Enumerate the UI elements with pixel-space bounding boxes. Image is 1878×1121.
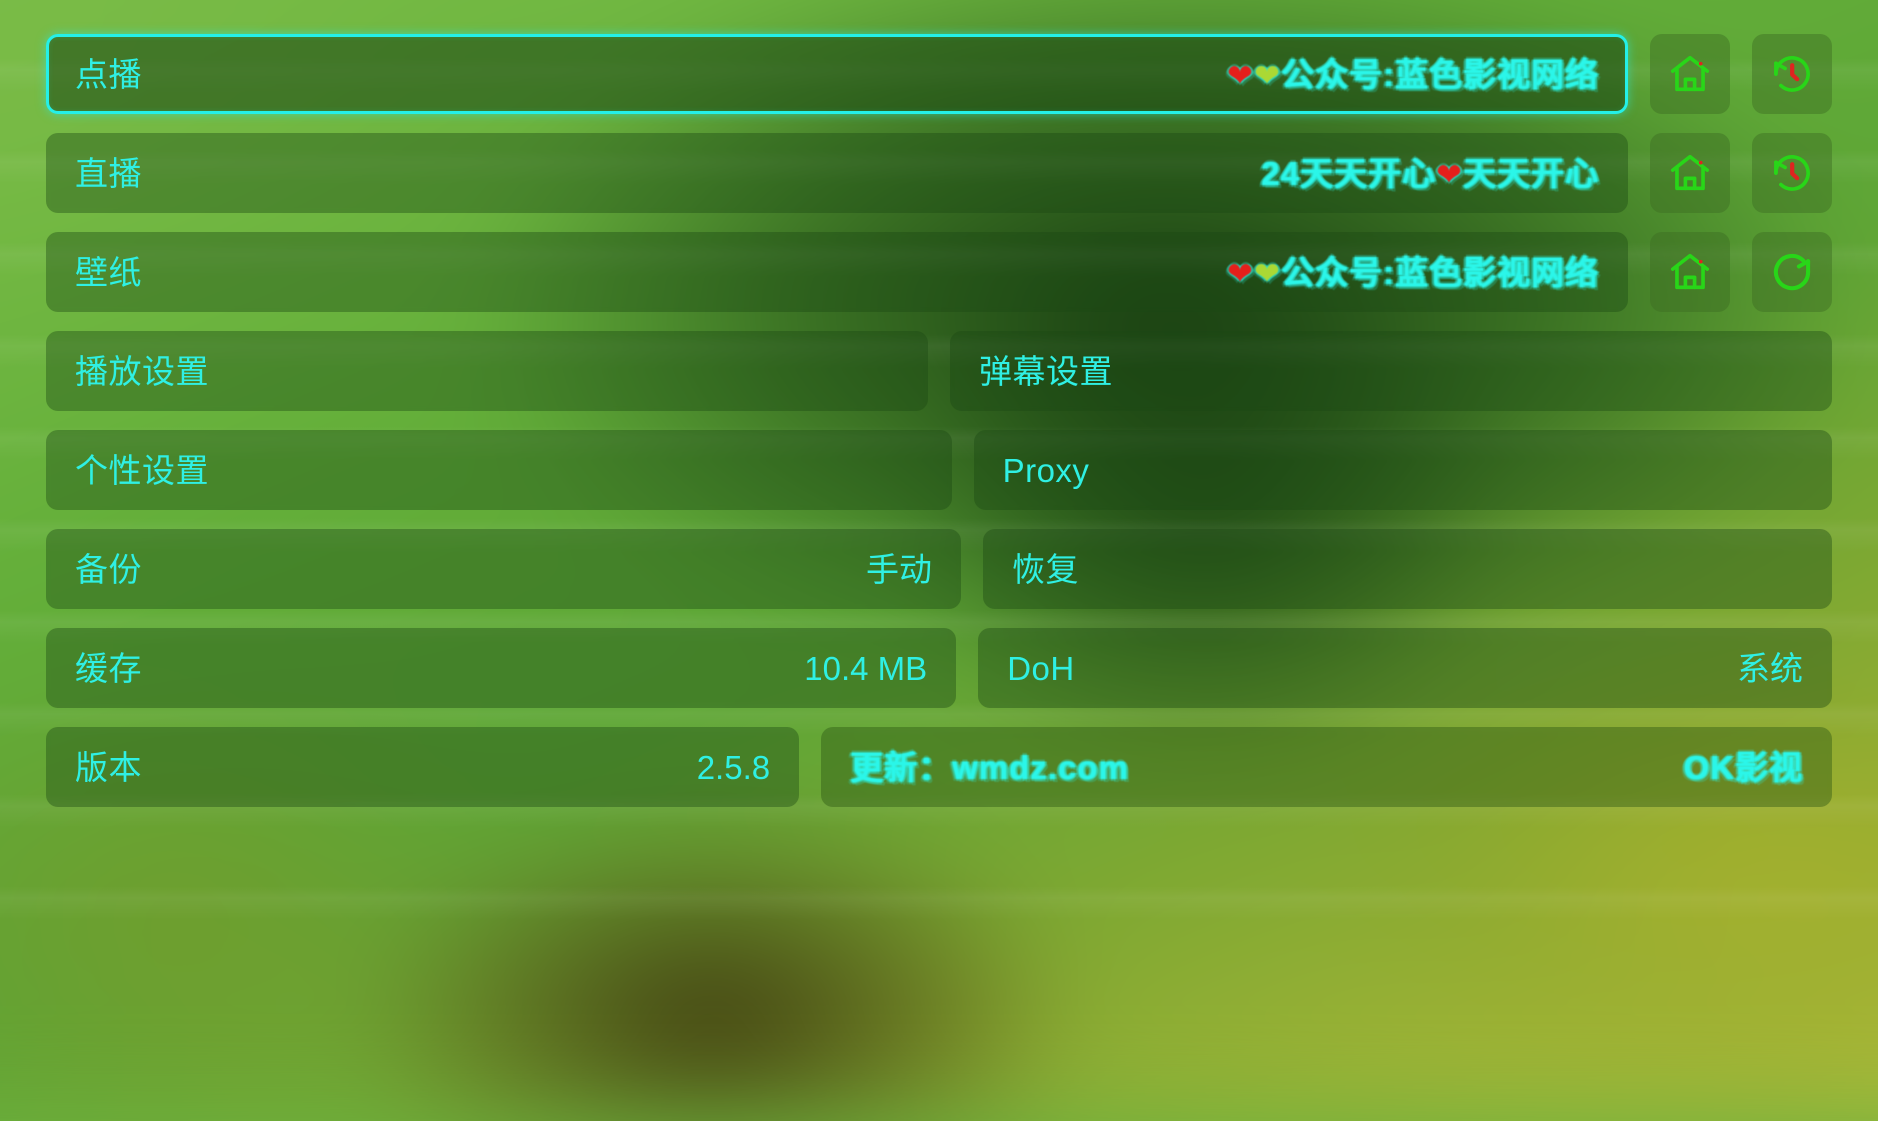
vod-value-text: 公众号:蓝色影视网络 [1281, 56, 1599, 93]
live-action-buttons [1650, 133, 1832, 213]
personal-settings-label: 个性设置 [75, 454, 209, 487]
heart-green-icon: ❤ [1254, 256, 1281, 291]
home-icon [1667, 51, 1713, 97]
vod-home-button[interactable] [1650, 34, 1730, 114]
live-value-prefix: 24天天开心 [1261, 155, 1436, 192]
wallpaper-home-button[interactable] [1650, 232, 1730, 312]
vod-action-buttons [1650, 34, 1832, 114]
settings-list: 点播 ❤❤公众号:蓝色影视网络 [46, 34, 1832, 807]
wallpaper-action-buttons [1650, 232, 1832, 312]
live-home-button[interactable] [1650, 133, 1730, 213]
restore-label: 恢复 [1012, 553, 1079, 586]
version-row[interactable]: 版本 2.5.8 [46, 727, 799, 807]
wallpaper-value-text: 公众号:蓝色影视网络 [1281, 254, 1599, 291]
heart-green-icon: ❤ [1254, 58, 1281, 93]
settings-row-cache-doh: 缓存 10.4 MB DoH 系统 [46, 628, 1832, 708]
settings-row-play-danmaku: 播放设置 弹幕设置 [46, 331, 1832, 411]
wallpaper-label: 壁纸 [75, 256, 142, 289]
heart-red-icon: ❤ [1436, 157, 1463, 192]
proxy-row[interactable]: Proxy [974, 430, 1832, 510]
wallpaper-refresh-button[interactable] [1752, 232, 1832, 312]
home-icon [1667, 249, 1713, 295]
doh-value: 系统 [1737, 652, 1803, 685]
proxy-label: Proxy [1003, 454, 1090, 487]
heart-red-icon: ❤ [1227, 58, 1254, 93]
restore-row[interactable]: 恢复 [983, 529, 1832, 609]
vod-source-row[interactable]: 点播 ❤❤公众号:蓝色影视网络 [46, 34, 1628, 114]
settings-row-wallpaper: 壁纸 ❤❤公众号:蓝色影视网络 [46, 232, 1832, 312]
update-row[interactable]: 更新：wmdz.com OK影视 [821, 727, 1832, 807]
update-value: OK影视 [1684, 751, 1804, 784]
history-icon [1769, 150, 1815, 196]
vod-label: 点播 [75, 58, 142, 91]
live-value-suffix: 天天开心 [1463, 155, 1599, 192]
home-icon [1667, 150, 1713, 196]
settings-row-backup-restore: 备份 手动 恢复 [46, 529, 1832, 609]
update-label: 更新：wmdz.com [850, 751, 1129, 784]
cache-row[interactable]: 缓存 10.4 MB [46, 628, 956, 708]
settings-row-vod: 点播 ❤❤公众号:蓝色影视网络 [46, 34, 1832, 114]
vod-history-button[interactable] [1752, 34, 1832, 114]
wallpaper-value: ❤❤公众号:蓝色影视网络 [1227, 256, 1599, 289]
cache-value: 10.4 MB [804, 652, 927, 685]
backup-row[interactable]: 备份 手动 [46, 529, 961, 609]
settings-screen: 点播 ❤❤公众号:蓝色影视网络 [0, 0, 1878, 965]
settings-row-personal-proxy: 个性设置 Proxy [46, 430, 1832, 510]
live-value: 24天天开心❤天天开心 [1261, 157, 1599, 190]
live-label: 直播 [75, 157, 142, 190]
settings-row-version-update: 版本 2.5.8 更新：wmdz.com OK影视 [46, 727, 1832, 807]
vod-value: ❤❤公众号:蓝色影视网络 [1227, 58, 1599, 91]
history-icon [1769, 51, 1815, 97]
heart-red-icon: ❤ [1227, 256, 1254, 291]
danmaku-settings-label: 弹幕设置 [979, 355, 1113, 388]
live-history-button[interactable] [1752, 133, 1832, 213]
backup-value: 手动 [866, 553, 932, 586]
personal-settings-row[interactable]: 个性设置 [46, 430, 952, 510]
play-settings-row[interactable]: 播放设置 [46, 331, 928, 411]
play-settings-label: 播放设置 [75, 355, 209, 388]
wallpaper-row[interactable]: 壁纸 ❤❤公众号:蓝色影视网络 [46, 232, 1628, 312]
settings-row-live: 直播 24天天开心❤天天开心 [46, 133, 1832, 213]
danmaku-settings-row[interactable]: 弹幕设置 [950, 331, 1832, 411]
version-label: 版本 [75, 751, 142, 784]
doh-row[interactable]: DoH 系统 [978, 628, 1832, 708]
doh-label: DoH [1007, 652, 1075, 685]
backup-label: 备份 [75, 553, 142, 586]
refresh-icon [1769, 249, 1815, 295]
cache-label: 缓存 [75, 652, 142, 685]
version-value: 2.5.8 [697, 751, 770, 784]
live-source-row[interactable]: 直播 24天天开心❤天天开心 [46, 133, 1628, 213]
